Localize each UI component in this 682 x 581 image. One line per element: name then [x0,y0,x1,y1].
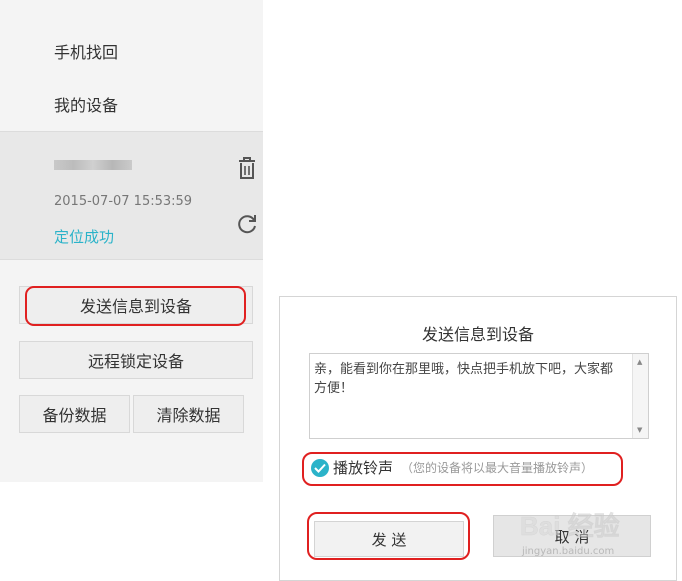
message-textarea[interactable]: 亲，能看到你在那里哦，快点把手机放下吧，大家都方便！ ▲ ▼ [309,353,649,439]
ringtone-hint: （您的设备将以最大音量播放铃声） [401,461,594,475]
device-status: 定位成功 [54,228,115,246]
refresh-icon[interactable] [233,210,261,238]
device-card[interactable]: 2015-07-07 15:53:59 定位成功 [0,131,263,260]
nav-item-find-phone[interactable]: 手机找回 [54,39,118,63]
device-located-time: 2015-07-07 15:53:59 [54,194,193,209]
textarea-scrollbar[interactable]: ▲ ▼ [632,354,648,438]
watermark-url: jingyan.baidu.com [522,546,615,557]
backup-data-button[interactable]: 备份数据 [19,395,130,433]
ringtone-label: 播放铃声 [333,459,394,477]
remote-lock-button[interactable]: 远程锁定设备 [19,341,253,379]
wipe-data-button[interactable]: 清除数据 [133,395,244,433]
scroll-up-icon[interactable]: ▲ [637,358,642,366]
dialog-title: 发送信息到设备 [421,325,534,344]
send-message-button[interactable]: 发送信息到设备 [19,286,253,324]
nav-item-my-devices[interactable]: 我的设备 [54,92,118,116]
scroll-down-icon[interactable]: ▼ [637,426,642,434]
sidebar: 手机找回 我的设备 2015-07-07 15:53:59 定位成功 发送信息到… [0,0,263,482]
send-message-dialog: 发送信息到设备 亲，能看到你在那里哦，快点把手机放下吧，大家都方便！ ▲ ▼ 播… [279,296,677,581]
check-circle-icon[interactable] [311,458,329,477]
dialog-send-button[interactable]: 发 送 [314,521,464,557]
trash-icon[interactable] [233,154,261,182]
play-ringtone-option[interactable]: 播放铃声 （您的设备将以最大音量播放铃声） [311,457,593,478]
device-name-redacted [54,160,132,170]
message-text: 亲，能看到你在那里哦，快点把手机放下吧，大家都方便！ [314,362,614,396]
